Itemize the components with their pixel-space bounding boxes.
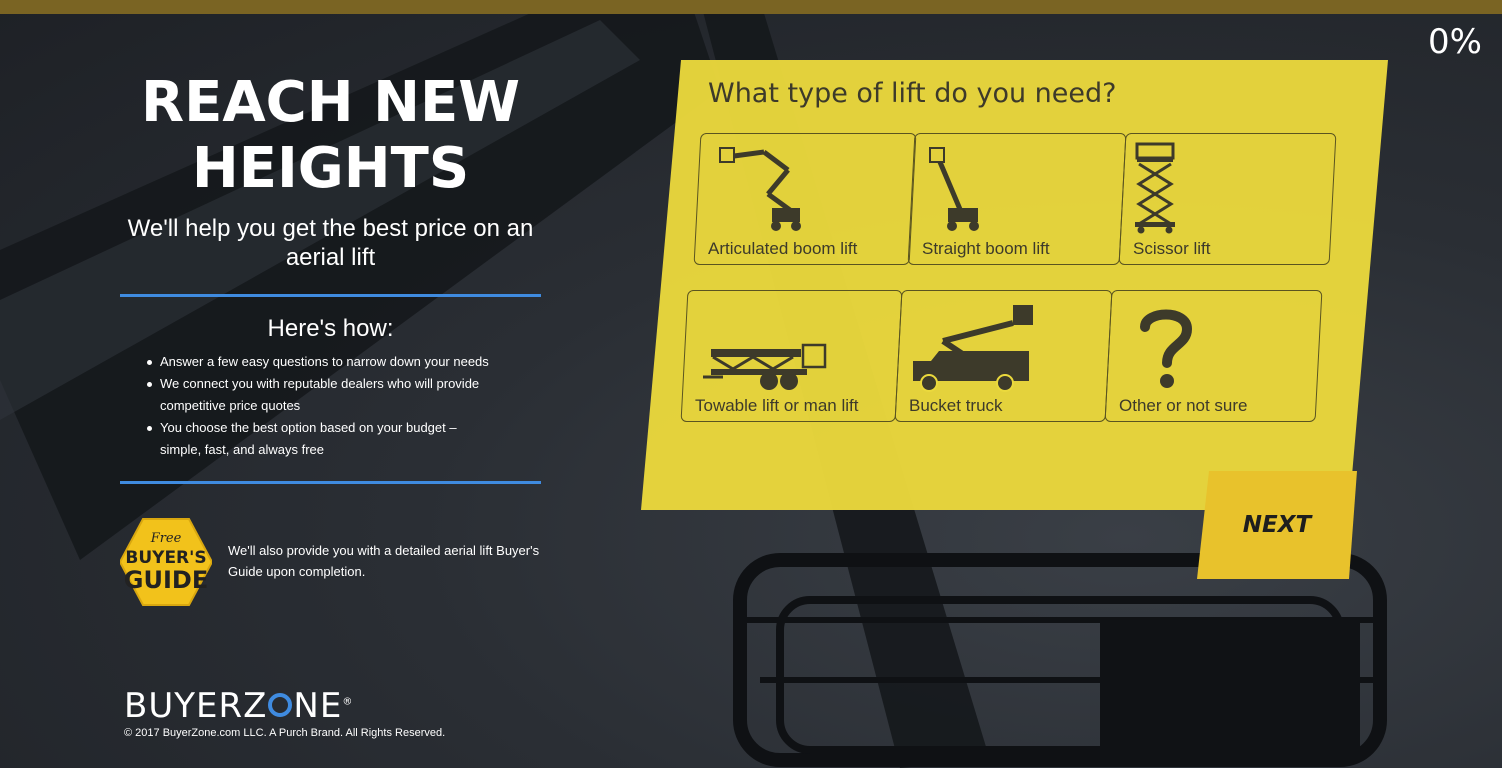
- buyers-guide-promo: Free BUYER'S GUIDE We'll also provide yo…: [118, 516, 550, 608]
- page-subtitle: We'll help you get the best price on an …: [127, 215, 534, 271]
- page-title: REACH NEW HEIGHTS: [120, 70, 541, 202]
- badge-text-free: Free: [150, 531, 182, 546]
- copyright-text: © 2017 BuyerZone.com LLC. A Purch Brand.…: [124, 727, 446, 739]
- option-label: Towable lift or man lift: [695, 396, 859, 415]
- option-articulated-boom-lift[interactable]: Articulated boom lift: [693, 133, 917, 265]
- divider-top: [120, 294, 541, 297]
- howto-steps-list: Answer a few easy questions to narrow do…: [120, 351, 541, 461]
- intro-column: REACH NEW HEIGHTS We'll help you get the…: [120, 70, 541, 484]
- badge-text-buyers: BUYER'S: [125, 548, 206, 568]
- option-label: Other or not sure: [1119, 396, 1248, 415]
- option-label: Bucket truck: [909, 396, 1003, 415]
- towable-lift-icon: [703, 343, 827, 390]
- progress-bar: [0, 0, 1502, 14]
- buyerzone-logo[interactable]: BUYERZ NE®: [124, 686, 353, 726]
- howto-step: We connect you with reputable dealers wh…: [147, 373, 501, 417]
- registered-mark-icon: ®: [342, 696, 354, 708]
- option-other-not-sure[interactable]: Other or not sure: [1104, 290, 1323, 422]
- howto-heading: Here's how:: [267, 315, 394, 342]
- title-line-1: REACH NEW: [140, 70, 521, 135]
- option-towable-lift[interactable]: Towable lift or man lift: [680, 290, 903, 422]
- howto-step: You choose the best option based on your…: [147, 417, 501, 461]
- option-label: Straight boom lift: [922, 239, 1050, 258]
- option-straight-boom-lift[interactable]: Straight boom lift: [907, 133, 1127, 265]
- next-button-label: NEXT: [1242, 512, 1312, 538]
- howto-step: Answer a few easy questions to narrow do…: [147, 351, 501, 373]
- progress-percent: 0%: [1428, 22, 1482, 62]
- option-scissor-lift[interactable]: Scissor lift: [1118, 133, 1337, 265]
- logo-text-part1: BUYERZ: [124, 686, 268, 726]
- logo-text-part2: NE: [293, 686, 343, 726]
- bucket-truck-icon: [913, 305, 1033, 392]
- question-mark-icon: [1140, 309, 1193, 388]
- straight-boom-lift-icon: [929, 147, 979, 231]
- option-bucket-truck[interactable]: Bucket truck: [894, 290, 1113, 422]
- scissor-lift-icon: [1135, 142, 1175, 234]
- option-label: Articulated boom lift: [708, 239, 858, 258]
- logo-o-circle-icon: [268, 693, 293, 717]
- divider-bottom: [120, 481, 541, 484]
- buyers-guide-badge-icon: Free BUYER'S GUIDE: [118, 516, 214, 608]
- option-label: Scissor lift: [1133, 239, 1211, 258]
- quiz-panel: [641, 60, 1388, 510]
- articulated-boom-lift-icon: [719, 147, 801, 231]
- next-button[interactable]: NEXT: [1197, 471, 1357, 579]
- quiz-question: What type of lift do you need?: [708, 78, 1117, 109]
- badge-text-guide: GUIDE: [124, 566, 208, 594]
- title-line-2: HEIGHTS: [191, 136, 470, 201]
- buyers-guide-text: We'll also provide you with a detailed a…: [228, 543, 540, 579]
